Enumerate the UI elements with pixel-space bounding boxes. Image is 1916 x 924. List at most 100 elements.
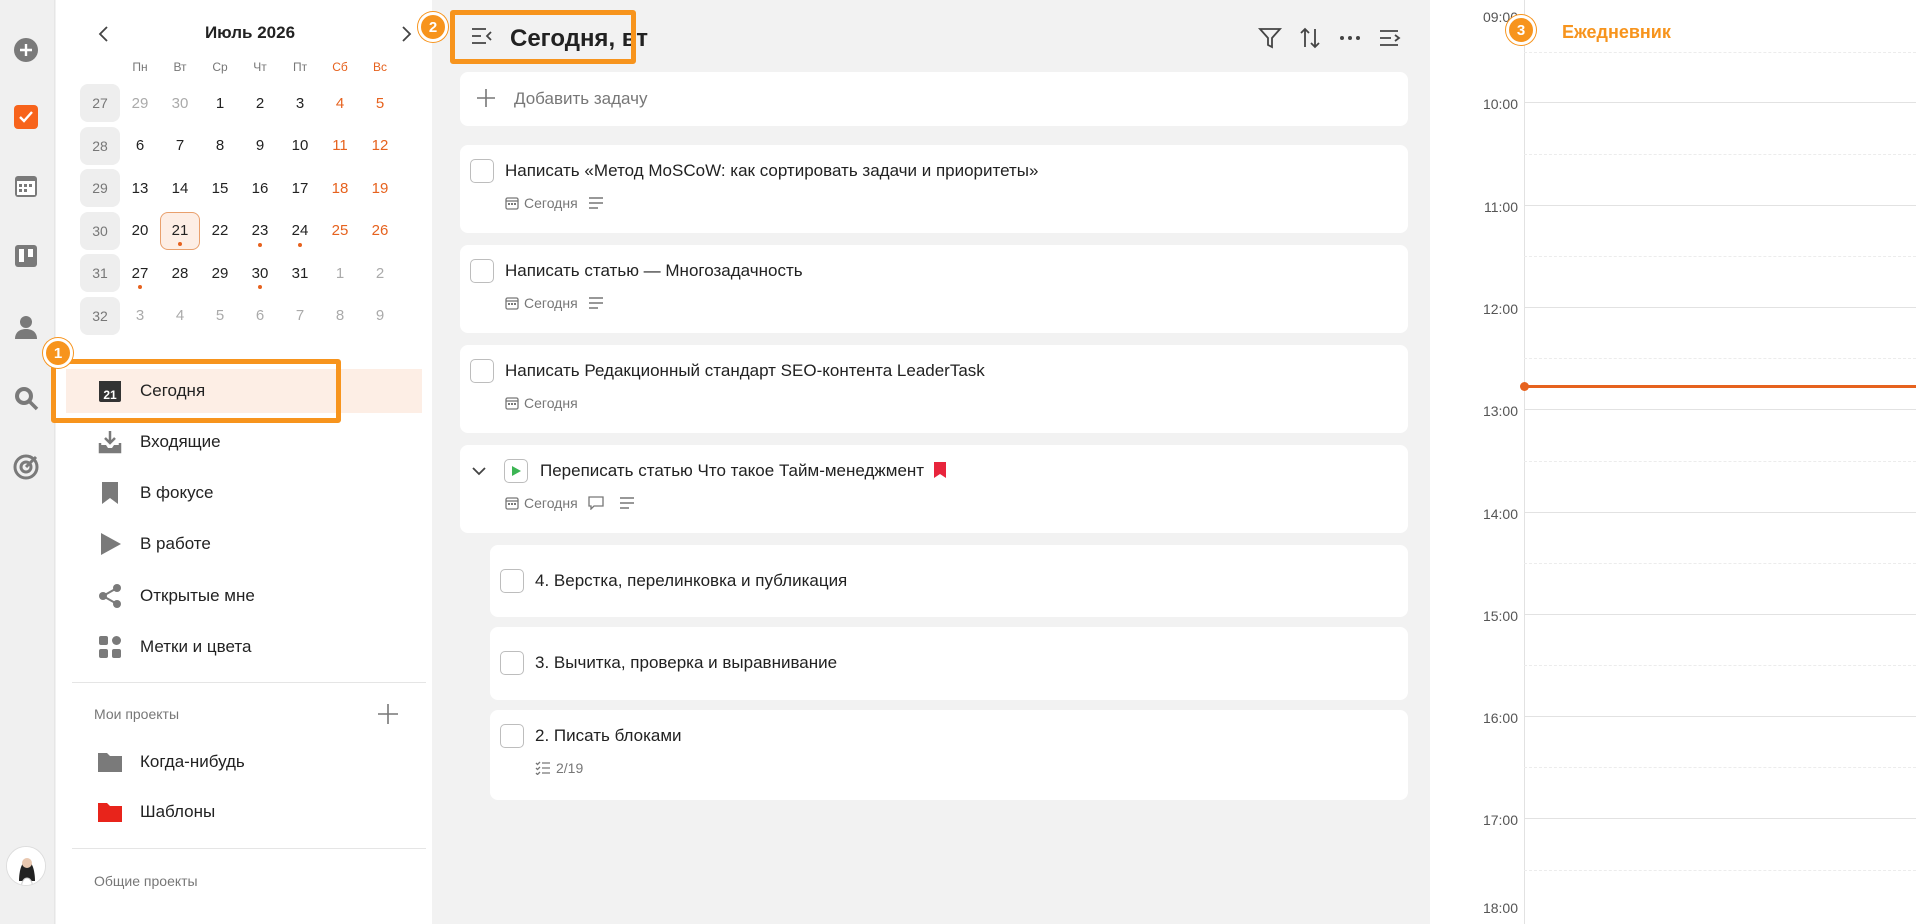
project-item-someday[interactable]: Когда-нибудь (96, 740, 426, 784)
calendar-day[interactable]: 10 (280, 127, 320, 165)
calendar-day[interactable]: 2 (360, 254, 400, 292)
calendar-day[interactable]: 27 (120, 254, 160, 292)
calendar-day[interactable]: 20 (120, 212, 160, 250)
main-panel: Сегодня, вт 2 Добавить задачу Написать «… (418, 0, 1430, 924)
bookmark-red-icon (933, 462, 946, 478)
subtask-row[interactable]: 3. Вычитка, проверка и выравнивание (490, 627, 1408, 700)
task-row[interactable]: Написать «Метод MoSCoW: как сортировать … (460, 145, 1408, 233)
weekday-label: Вт (173, 60, 187, 74)
week-number: 30 (80, 211, 120, 250)
calendar-day[interactable]: 26 (360, 212, 400, 250)
calendar-day[interactable]: 29 (200, 254, 240, 292)
calendar-day[interactable]: 30 (240, 254, 280, 292)
calendar-day[interactable]: 12 (360, 127, 400, 165)
calendar-day-today[interactable]: 21 (160, 211, 200, 250)
more-icon[interactable] (1336, 24, 1364, 52)
calendar-day[interactable]: 3 (120, 297, 160, 335)
nav-item-tags[interactable]: Метки и цвета (96, 625, 426, 669)
calendar-day[interactable]: 4 (320, 84, 360, 122)
half-hour-line (1524, 52, 1916, 53)
calendar-day[interactable]: 9 (240, 127, 280, 165)
add-circle-icon[interactable] (12, 36, 40, 64)
task-checkbox[interactable] (470, 159, 494, 183)
calendar-icon[interactable] (12, 172, 40, 200)
task-checkbox[interactable] (470, 359, 494, 383)
calendar-weekdays: Пн Вт Ср Чт Пт Сб Вс (80, 60, 400, 82)
calendar-day[interactable]: 18 (320, 169, 360, 207)
calendar-day[interactable]: 15 (200, 169, 240, 207)
calendar-day[interactable]: 4 (160, 297, 200, 335)
calendar-day[interactable]: 29 (120, 84, 160, 122)
chevron-down-icon[interactable] (472, 463, 486, 481)
task-checkbox[interactable] (500, 724, 524, 748)
task-checkbox[interactable] (470, 259, 494, 283)
calendar-day[interactable]: 16 (240, 169, 280, 207)
calendar-day[interactable]: 17 (280, 169, 320, 207)
nav-item-focus[interactable]: В фокусе (96, 471, 426, 515)
task-date: Сегодня (524, 195, 578, 211)
share-icon (96, 582, 124, 610)
filter-icon[interactable] (1256, 24, 1284, 52)
calendar-day[interactable]: 9 (360, 297, 400, 335)
task-in-progress-checkbox[interactable] (504, 459, 528, 483)
calendar-day[interactable]: 11 (320, 127, 360, 165)
calendar-day[interactable]: 31 (280, 254, 320, 292)
calendar-day[interactable]: 7 (280, 297, 320, 335)
half-hour-line (1524, 870, 1916, 871)
sidebar: Июль 2026 Пн Вт Ср Чт Пт Сб Вс 27 29 30 … (43, 0, 480, 924)
calendar-day[interactable]: 22 (200, 212, 240, 250)
task-meta: Сегодня (505, 195, 609, 211)
nav-item-inbox[interactable]: Входящие (96, 420, 426, 464)
step-badge: 1 (43, 338, 73, 368)
nav-item-shared[interactable]: Открытые мне (96, 574, 426, 618)
tags-grid-icon (96, 633, 124, 661)
add-project-plus-icon[interactable] (376, 702, 400, 726)
calendar-day[interactable]: 8 (200, 127, 240, 165)
weekday-label: Вс (372, 60, 387, 74)
calendar-day[interactable]: 2 (240, 84, 280, 122)
task-row[interactable]: Написать статью — Многозадачность Сегодн… (460, 245, 1408, 333)
week-number: 29 (80, 169, 120, 208)
chevron-right-icon[interactable] (392, 20, 420, 48)
calendar-day[interactable]: 30 (160, 84, 200, 122)
task-row[interactable]: Переписать статью Что такое Тайм-менеджм… (460, 445, 1408, 533)
subtask-row[interactable]: 2. Писать блоками 2/19 (490, 710, 1408, 800)
project-item-templates[interactable]: Шаблоны (96, 790, 426, 834)
avatar[interactable] (6, 846, 46, 886)
calendar-day[interactable]: 25 (320, 212, 360, 250)
half-hour-line (1524, 563, 1916, 564)
add-task-button[interactable]: Добавить задачу (460, 72, 1408, 126)
subtask-row[interactable]: 4. Верстка, перелинковка и публикация (490, 545, 1408, 617)
calendar-day[interactable]: 5 (360, 84, 400, 122)
calendar-day[interactable]: 6 (240, 297, 280, 335)
target-icon[interactable] (12, 453, 40, 481)
calendar-day[interactable]: 28 (160, 254, 200, 292)
calendar-day[interactable]: 6 (120, 127, 160, 165)
calendar-day[interactable]: 19 (360, 169, 400, 207)
calendar-day[interactable]: 14 (160, 169, 200, 207)
hour-line (1524, 205, 1916, 206)
nav-item-in-work[interactable]: В работе (96, 522, 426, 566)
calendar-day[interactable]: 24 (280, 212, 320, 250)
task-row[interactable]: Написать Редакционный стандарт SEO-конте… (460, 345, 1408, 433)
calendar-small-icon (505, 197, 519, 210)
toggle-timeline-icon[interactable] (1376, 24, 1404, 52)
board-icon[interactable] (12, 242, 40, 270)
search-icon[interactable] (12, 384, 40, 412)
task-checkbox[interactable] (500, 651, 524, 675)
calendar-day[interactable]: 7 (160, 127, 200, 165)
tasks-icon[interactable] (12, 103, 40, 131)
calendar-day-label: 21 (171, 222, 189, 240)
calendar-day[interactable]: 8 (320, 297, 360, 335)
calendar-day[interactable]: 13 (120, 169, 160, 207)
half-hour-line (1524, 358, 1916, 359)
sort-icon[interactable] (1296, 24, 1324, 52)
calendar-day[interactable]: 23 (240, 212, 280, 250)
calendar-day[interactable]: 1 (200, 84, 240, 122)
task-title: Написать статью — Многозадачность (505, 261, 803, 280)
calendar-day[interactable]: 5 (200, 297, 240, 335)
contacts-icon[interactable] (12, 313, 40, 341)
task-checkbox[interactable] (500, 569, 524, 593)
calendar-day[interactable]: 3 (280, 84, 320, 122)
calendar-day[interactable]: 1 (320, 254, 360, 292)
